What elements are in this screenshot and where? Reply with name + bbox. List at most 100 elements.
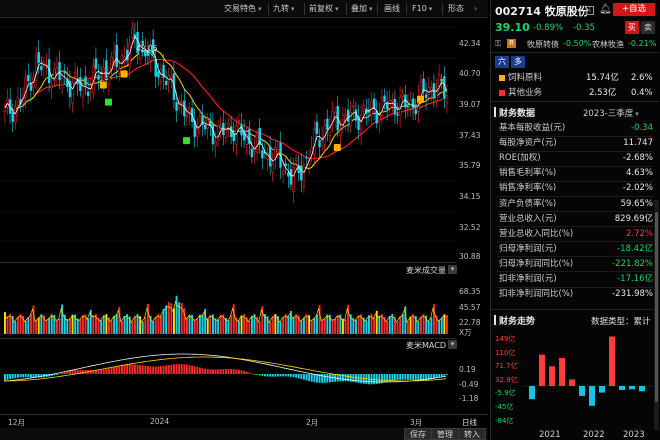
draw-line-button[interactable]: 画线 <box>384 3 400 15</box>
volume-bar <box>373 317 376 334</box>
macd-bar <box>204 368 207 374</box>
settings-icon[interactable]: ▾ <box>448 265 457 274</box>
buy-signal-icon <box>333 144 341 152</box>
sector-label[interactable]: 农林牧渔 <box>592 39 624 50</box>
macd-bar <box>160 366 162 374</box>
macd-bar <box>245 371 248 374</box>
volume-bar <box>154 316 157 334</box>
settings-icon[interactable]: ▾ <box>448 340 457 349</box>
macd-bar <box>199 367 201 374</box>
f10-label: F10 <box>412 4 427 13</box>
macd-bar <box>157 366 160 374</box>
candle-body <box>404 94 407 108</box>
section-marker <box>494 107 496 117</box>
financial-value: -2.02% <box>622 183 653 194</box>
scrollbar-thumb[interactable] <box>655 212 658 402</box>
macd-chart[interactable]: 麦米MACD ▾ 0.19 -0.49 -1.18 <box>0 338 488 414</box>
macd-bar <box>282 374 285 377</box>
bond-label[interactable]: 牧原转债 <box>527 39 559 50</box>
macd-bar <box>357 374 360 383</box>
macd-bar <box>375 374 378 385</box>
candle-body <box>333 111 337 118</box>
period-daily-button[interactable]: 日线 <box>462 417 477 428</box>
candle-body <box>435 90 438 102</box>
candle-body <box>427 87 430 95</box>
volume-bar <box>37 317 40 334</box>
date-label: 12月 <box>8 418 26 427</box>
transfer-button[interactable]: 转入 <box>458 428 486 440</box>
volume-bar <box>199 314 201 334</box>
buy-button[interactable]: 买 <box>625 21 639 34</box>
legend-swatch <box>499 75 505 81</box>
volume-bar <box>238 320 240 334</box>
save-button[interactable]: 保存 <box>404 428 432 440</box>
macd-bar <box>100 369 103 374</box>
financial-value: -17.16亿 <box>617 274 653 284</box>
y-tick: 22.78 <box>459 318 481 327</box>
candle-body <box>346 109 350 122</box>
data-type-select[interactable]: 数据类型：累计 <box>591 315 651 327</box>
volume-bar <box>144 316 147 334</box>
period-select[interactable]: 2023-三季度 ▾ <box>583 107 639 119</box>
tab-industry[interactable]: 六 <box>495 56 509 68</box>
macd-bar <box>269 374 272 377</box>
shape-button[interactable]: 形态 <box>448 3 464 15</box>
current-price: 39.10 <box>495 21 530 34</box>
tab-business[interactable]: 多 <box>511 56 525 68</box>
macd-bar <box>414 374 417 381</box>
volume-bar <box>134 316 136 334</box>
macd-bar <box>251 373 253 375</box>
candle-body <box>406 105 410 108</box>
volume-bar <box>430 317 433 334</box>
volume-bar <box>27 317 30 334</box>
candle-body <box>27 74 30 81</box>
pre-adjust-menu[interactable]: 前复权 ▾ <box>309 3 339 15</box>
volume-bar <box>269 321 272 334</box>
trade-features-menu[interactable]: 交易特色 ▾ <box>224 3 262 15</box>
kline-chart[interactable]: 42.05 42.34 40.70 39.07 37.43 35.79 34.1… <box>0 18 488 261</box>
y-tick: 35.79 <box>459 161 481 170</box>
volume-chart[interactable]: 麦米成交量 ▾ 68.35 45.57 22.78 X万 <box>0 262 488 337</box>
trend-bar <box>549 366 555 386</box>
volume-bar <box>48 317 51 334</box>
date-label: 2024 <box>150 417 170 426</box>
sell-button[interactable]: 卖 <box>641 21 655 34</box>
f10-menu[interactable]: F10 ▾ <box>412 3 432 15</box>
volume-bar <box>399 316 402 334</box>
financial-label: 营业总收入同比(%) <box>499 228 574 239</box>
volume-bar <box>271 316 274 334</box>
overlay-menu[interactable]: 叠加 ▾ <box>351 3 373 15</box>
volume-bar <box>209 314 212 334</box>
trend-bar <box>639 386 645 392</box>
info-icon[interactable]: i <box>586 6 594 15</box>
candle-body <box>73 72 77 77</box>
volume-bar <box>82 314 84 334</box>
macd-bar <box>248 372 251 374</box>
candle-body <box>424 94 428 99</box>
macd-bar <box>219 369 222 374</box>
macd-bar <box>396 374 399 381</box>
macd-bar <box>40 374 43 378</box>
volume-bar <box>69 318 71 334</box>
add-favorite-button[interactable]: +自选 <box>613 3 655 16</box>
trend-y-tick: -84亿 <box>495 416 514 425</box>
manage-button[interactable]: 管理 <box>431 428 459 440</box>
nine-turn-menu[interactable]: 九转 ▾ <box>273 3 295 15</box>
financial-label: 每股净资产(元) <box>499 138 557 149</box>
candle-body <box>287 172 290 177</box>
candle-body <box>170 76 173 80</box>
candle-body <box>302 164 306 188</box>
macd-bar <box>17 374 19 378</box>
volume-bar <box>121 321 123 334</box>
volume-bar <box>344 319 347 334</box>
volume-bar <box>24 321 27 334</box>
volume-bar <box>71 314 74 334</box>
business-pct: 0.4% <box>631 88 653 98</box>
candle-body <box>164 80 168 86</box>
volume-bar <box>173 308 175 334</box>
ma-mid-line <box>4 47 448 170</box>
bell-icon[interactable]: 🔔︎ <box>599 4 612 16</box>
chevron-right-icon[interactable]: › <box>474 3 477 15</box>
macd-bar <box>58 373 61 375</box>
macd-bar <box>139 365 142 374</box>
